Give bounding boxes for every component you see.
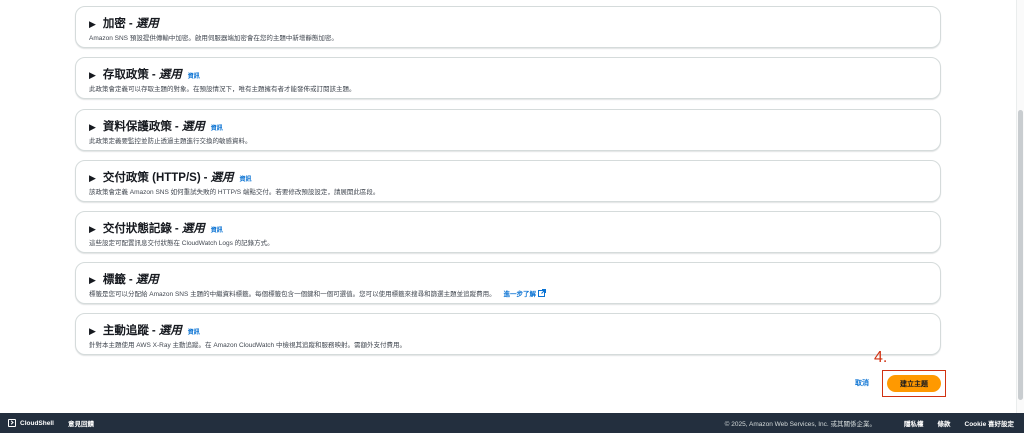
section-description: 此政策會定義可以存取主題的對象。在預設情況下，唯有主題擁有者才能發佈或訂閱該主題…	[89, 86, 356, 93]
optional-label: 選用	[210, 172, 234, 184]
info-link[interactable]: 資訊	[211, 225, 223, 234]
section-description: 標籤是您可以分配給 Amazon SNS 主題的中繼資料標籤。每個標籤包含一個鍵…	[89, 288, 546, 298]
caret-right-icon: ▶	[89, 326, 96, 336]
section-title: 交付狀態記錄	[102, 223, 172, 235]
section-encryption[interactable]: ▶ 加密 - 選用 Amazon SNS 預設提供傳輸中加密。啟用伺服器端加密會…	[75, 6, 941, 48]
terms-link[interactable]: 條款	[938, 418, 951, 428]
vertical-scrollbar[interactable]	[1016, 0, 1024, 413]
title-separator: -	[174, 121, 179, 133]
title-separator: -	[174, 223, 179, 235]
section-tags[interactable]: ▶ 標籤 - 選用 標籤是您可以分配給 Amazon SNS 主題的中繼資料標籤…	[75, 262, 941, 304]
step-annotation: 4.	[874, 349, 888, 366]
section-description: 針對本主題使用 AWS X-Ray 主動追蹤。在 Amazon CloudWat…	[89, 342, 406, 349]
section-data-protection-policy[interactable]: ▶ 資料保護政策 - 選用 資訊 此政策定義要監控並防止透過主題進行交換的敏感資…	[75, 109, 941, 151]
privacy-link[interactable]: 隱私權	[904, 418, 924, 428]
info-link[interactable]: 資訊	[240, 174, 252, 183]
scrollbar-thumb[interactable]	[1018, 110, 1023, 400]
info-link[interactable]: 資訊	[188, 71, 200, 80]
section-description-text: 標籤是您可以分配給 Amazon SNS 主題的中繼資料標籤。每個標籤包含一個鍵…	[89, 291, 496, 298]
section-title: 資料保護政策	[102, 121, 172, 133]
terminal-icon	[8, 419, 16, 427]
caret-right-icon: ▶	[89, 70, 96, 80]
optional-label: 選用	[158, 69, 182, 81]
cancel-button[interactable]: 取消	[855, 378, 869, 388]
title-separator: -	[151, 69, 156, 81]
feedback-link[interactable]: 意見回饋	[68, 418, 94, 428]
cloudshell-button[interactable]: CloudShell	[8, 419, 54, 427]
info-link[interactable]: 資訊	[211, 123, 223, 132]
title-separator: -	[151, 325, 156, 337]
section-delivery-status-logging[interactable]: ▶ 交付狀態記錄 - 選用 資訊 這些設定可配置訊息交付狀態在 CloudWat…	[75, 211, 941, 253]
copyright-text: © 2025, Amazon Web Services, Inc. 或其關係企業…	[724, 421, 877, 428]
footer: CloudShell 意見回饋 © 2025, Amazon Web Servi…	[0, 413, 1024, 433]
cookie-preferences-link[interactable]: Cookie 喜好設定	[965, 418, 1014, 428]
section-description: 這些設定可配置訊息交付狀態在 CloudWatch Logs 的記錄方式。	[89, 240, 274, 247]
optional-label: 選用	[181, 121, 205, 133]
info-link[interactable]: 資訊	[188, 327, 200, 336]
optional-label: 選用	[135, 274, 159, 286]
section-title: 存取政策	[102, 69, 149, 81]
caret-right-icon: ▶	[89, 224, 96, 234]
section-title: 主動追蹤	[102, 325, 149, 337]
section-description: 該政策會定義 Amazon SNS 如何重試失敗的 HTTP/S 端點交付。若要…	[89, 189, 380, 196]
section-title: 交付政策 (HTTP/S)	[102, 172, 201, 184]
title-separator: -	[203, 172, 208, 184]
section-access-policy[interactable]: ▶ 存取政策 - 選用 資訊 此政策會定義可以存取主題的對象。在預設情況下，唯有…	[75, 57, 941, 99]
section-title: 標籤	[102, 274, 126, 286]
caret-right-icon: ▶	[89, 19, 96, 29]
optional-label: 選用	[181, 223, 205, 235]
section-active-tracing[interactable]: ▶ 主動追蹤 - 選用 資訊 針對本主題使用 AWS X-Ray 主動追蹤。在 …	[75, 313, 941, 355]
learn-more-link[interactable]: 進一步了解	[503, 289, 546, 298]
cloudshell-label: CloudShell	[20, 419, 54, 427]
optional-label: 選用	[158, 325, 182, 337]
title-separator: -	[128, 274, 133, 286]
section-description: 此政策定義要監控並防止透過主題進行交換的敏感資料。	[89, 138, 252, 145]
caret-right-icon: ▶	[89, 122, 96, 132]
main-content: ▶ 加密 - 選用 Amazon SNS 預設提供傳輸中加密。啟用伺服器端加密會…	[0, 0, 1024, 413]
optional-label: 選用	[135, 18, 159, 30]
section-delivery-policy[interactable]: ▶ 交付政策 (HTTP/S) - 選用 資訊 該政策會定義 Amazon SN…	[75, 160, 941, 202]
create-topic-button[interactable]: 建立主題	[887, 375, 941, 392]
title-separator: -	[128, 18, 133, 30]
learn-more-label: 進一步了解	[503, 291, 536, 298]
section-title: 加密	[102, 18, 126, 30]
external-link-icon	[537, 289, 546, 297]
caret-right-icon: ▶	[89, 275, 96, 285]
caret-right-icon: ▶	[89, 173, 96, 183]
section-description: Amazon SNS 預設提供傳輸中加密。啟用伺服器端加密會在您的主題中新增靜態…	[89, 35, 338, 42]
